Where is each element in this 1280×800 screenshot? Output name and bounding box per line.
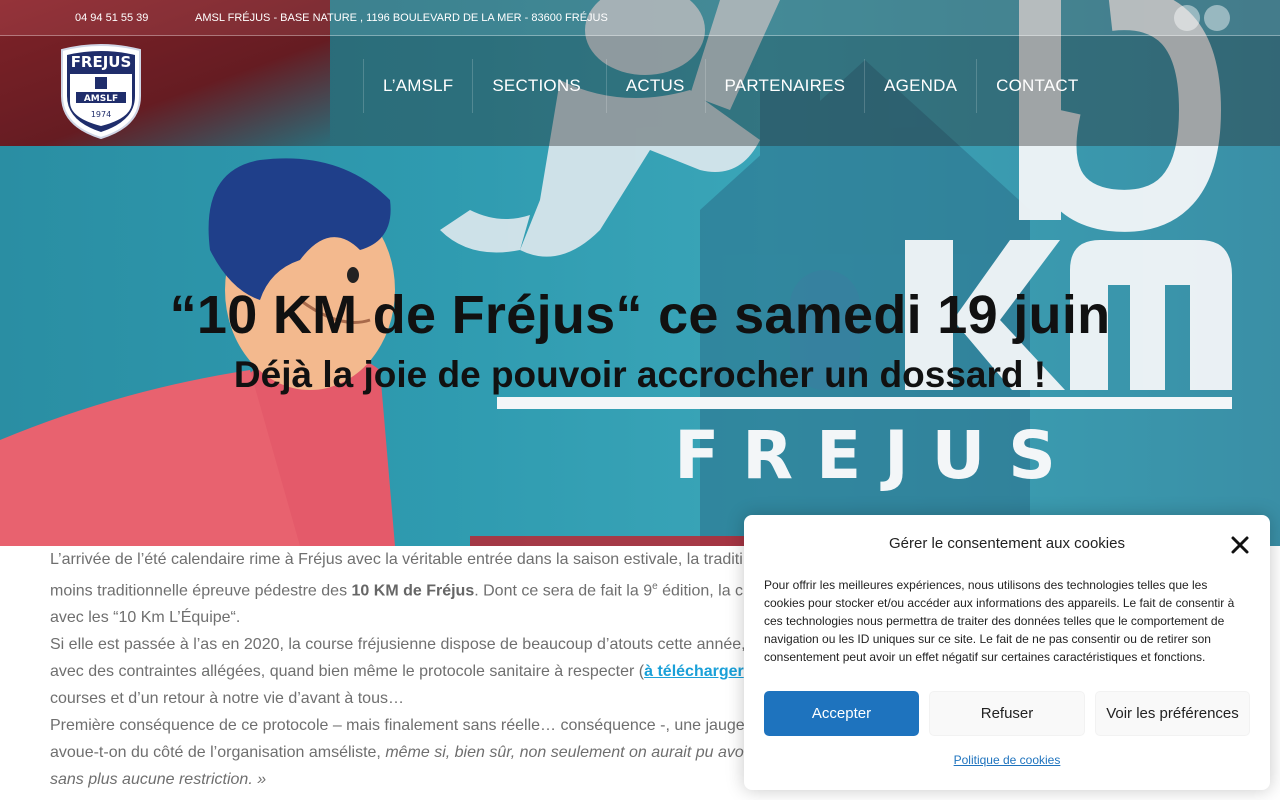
logo-year: 1974: [91, 110, 111, 119]
poster-city-text: F R E J U S: [674, 417, 1056, 494]
site-header: FREJUS AMSLF 1974 L’AMSLF SECTIONS ACTUS…: [0, 36, 1280, 146]
cookie-consent-dialog: Gérer le consentement aux cookies Pour o…: [744, 515, 1270, 790]
accept-button[interactable]: Accepter: [764, 691, 919, 736]
cookie-dialog-title: Gérer le consentement aux cookies: [889, 535, 1125, 552]
main-nav: L’AMSLF SECTIONS ACTUS PARTENAIRES AGEND…: [363, 59, 1097, 113]
logo-top-text: FREJUS: [71, 53, 132, 71]
page-title: “10 KM de Fréjus“ ce samedi 19 juin: [169, 285, 1111, 345]
cookie-policy-link[interactable]: Politique de cookies: [754, 753, 1260, 767]
nav-item-contact[interactable]: CONTACT: [976, 59, 1097, 113]
top-info-bar: 04 94 51 55 39 AMSL FRÉJUS - BASE NATURE…: [0, 0, 1280, 36]
close-icon[interactable]: [1230, 535, 1250, 555]
cookie-description: Pour offrir les meilleures expériences, …: [764, 578, 1235, 664]
social-icon[interactable]: [1174, 5, 1200, 31]
amslf-logo[interactable]: FREJUS AMSLF 1974: [56, 44, 146, 140]
page-subtitle: Déjà la joie de pouvoir accrocher un dos…: [233, 354, 1047, 395]
logo-mid-text: AMSLF: [84, 94, 118, 104]
social-icon[interactable]: [1204, 5, 1230, 31]
download-protocol-link[interactable]: à télécharger: [644, 663, 744, 680]
nav-item-amslf[interactable]: L’AMSLF: [363, 59, 472, 113]
nav-item-partenaires[interactable]: PARTENAIRES: [704, 59, 865, 113]
club-address: AMSL FRÉJUS - BASE NATURE , 1196 BOULEVA…: [195, 12, 608, 24]
nav-item-sections[interactable]: SECTIONS: [472, 59, 606, 113]
preferences-button[interactable]: Voir les préférences: [1095, 691, 1250, 736]
nav-item-agenda[interactable]: AGENDA: [864, 59, 976, 113]
nav-item-actus[interactable]: ACTUS: [605, 59, 705, 113]
event-name-bold: 10 KM de Fréjus: [351, 582, 475, 600]
phone-number[interactable]: 04 94 51 55 39: [75, 12, 148, 24]
refuse-button[interactable]: Refuser: [929, 691, 1085, 736]
